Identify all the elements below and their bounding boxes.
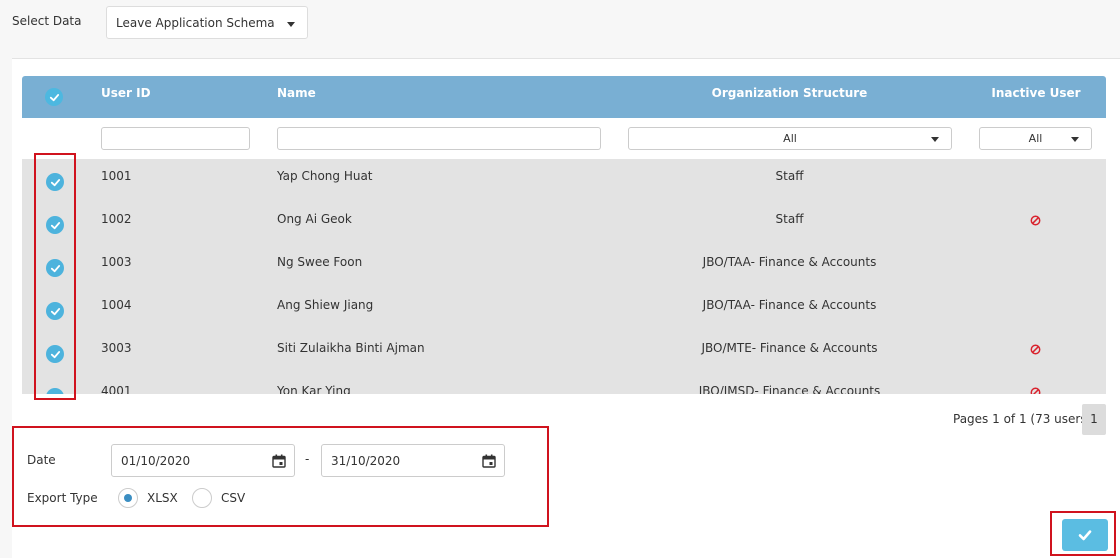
organization-filter-value: All: [783, 132, 797, 145]
select-data-value: Leave Application Schema: [116, 16, 275, 30]
table-row[interactable]: 1001 Yap Chong Huat Staff: [22, 159, 1106, 202]
filter-row: All All: [22, 118, 1106, 159]
name-cell: Yon Kar Ying: [277, 384, 351, 394]
top-bar: Select Data Leave Application Schema: [0, 0, 1120, 58]
organization-cell: JBO/TAA- Finance & Accounts: [702, 255, 877, 269]
user-id-cell: 1002: [101, 212, 132, 226]
header-name[interactable]: Name: [277, 86, 316, 100]
caret-down-icon: [1071, 137, 1079, 142]
name-filter-input[interactable]: [277, 127, 601, 150]
name-cell: Yap Chong Huat: [277, 169, 373, 183]
select-all-check-icon[interactable]: [45, 88, 63, 106]
table-row[interactable]: 4001 Yon Kar Ying JBO/IMSD- Finance & Ac…: [22, 374, 1106, 394]
ban-icon: [1030, 215, 1041, 226]
organization-cell: JBO/TAA- Finance & Accounts: [702, 298, 877, 312]
name-cell: Ang Shiew Jiang: [277, 298, 374, 312]
organization-filter-select[interactable]: All: [628, 127, 952, 150]
page-1-button[interactable]: 1: [1082, 404, 1106, 435]
header-inactive-user[interactable]: Inactive User: [978, 86, 1094, 100]
name-cell: Ong Ai Geok: [277, 212, 352, 226]
user-id-cell: 1001: [101, 169, 132, 183]
grid-header: User ID Name Organization Structure Inac…: [22, 76, 1106, 118]
user-id-cell: 1003: [101, 255, 132, 269]
submit-button-highlight: [1050, 511, 1116, 556]
user-id-cell: 1004: [101, 298, 132, 312]
pager-summary: Pages 1 of 1 (73 users): [953, 412, 1092, 426]
caret-down-icon: [931, 137, 939, 142]
ban-icon: [1030, 387, 1041, 394]
organization-cell: Staff: [775, 169, 804, 183]
inactive-filter-select[interactable]: All: [979, 127, 1092, 150]
organization-cell: Staff: [775, 212, 804, 226]
grid-rows: 1001 Yap Chong Huat Staff 1002 Ong Ai Ge…: [22, 159, 1106, 394]
header-user-id[interactable]: User ID: [101, 86, 151, 100]
table-row[interactable]: 1002 Ong Ai Geok Staff: [22, 202, 1106, 245]
organization-cell: JBO/IMSD- Finance & Accounts: [698, 384, 881, 394]
user-id-filter-input[interactable]: [101, 127, 250, 150]
table-row[interactable]: 1003 Ng Swee Foon JBO/TAA- Finance & Acc…: [22, 245, 1106, 288]
name-cell: Ng Swee Foon: [277, 255, 363, 269]
ban-icon: [1030, 344, 1041, 355]
name-cell: Siti Zulaikha Binti Ajman: [277, 341, 425, 355]
user-grid: User ID Name Organization Structure Inac…: [22, 76, 1106, 394]
table-row[interactable]: 1004 Ang Shiew Jiang JBO/TAA- Finance & …: [22, 288, 1106, 331]
select-data-label: Select Data: [12, 14, 82, 28]
table-row[interactable]: 3003 Siti Zulaikha Binti Ajman JBO/MTE- …: [22, 331, 1106, 374]
export-options-highlight: [12, 426, 549, 527]
caret-down-icon: [287, 22, 295, 27]
header-organization-structure[interactable]: Organization Structure: [622, 86, 957, 100]
user-id-cell: 3003: [101, 341, 132, 355]
select-data-dropdown[interactable]: Leave Application Schema: [106, 6, 308, 39]
organization-cell: JBO/MTE- Finance & Accounts: [701, 341, 878, 355]
checkbox-column-highlight: [34, 153, 76, 400]
inactive-filter-value: All: [1028, 132, 1043, 145]
user-id-cell: 4001: [101, 384, 132, 394]
